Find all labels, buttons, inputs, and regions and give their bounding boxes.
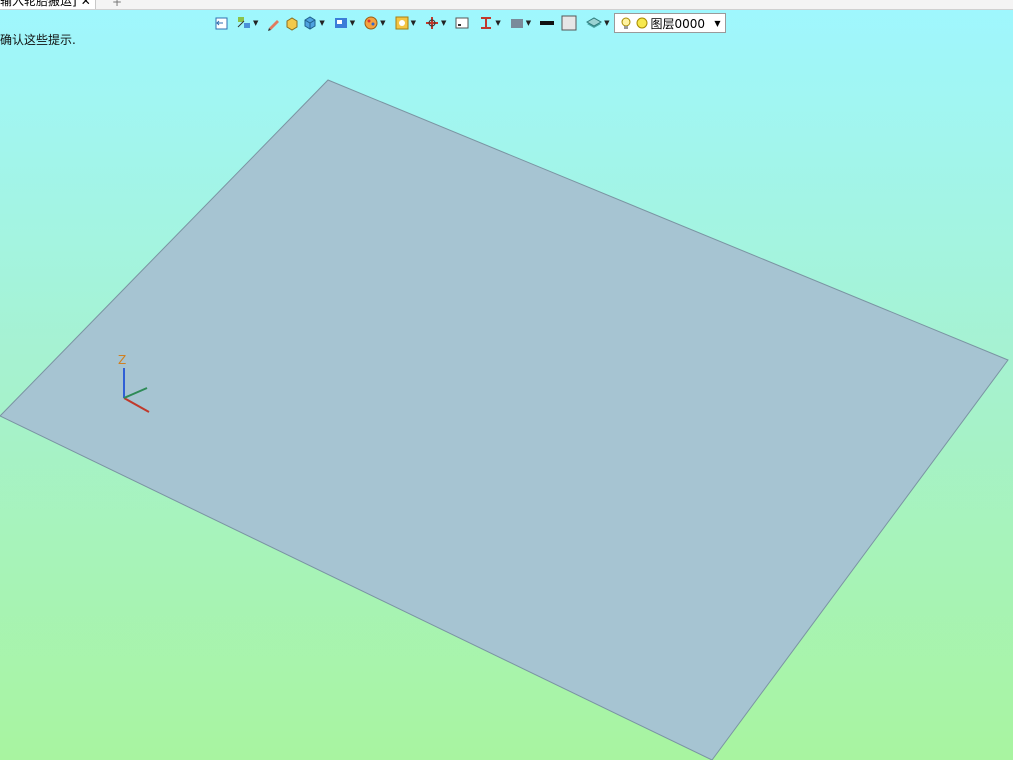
3d-viewport[interactable]: Z [0,0,1013,760]
floor-platform [0,79,1009,760]
z-axis-label: Z [118,353,126,367]
